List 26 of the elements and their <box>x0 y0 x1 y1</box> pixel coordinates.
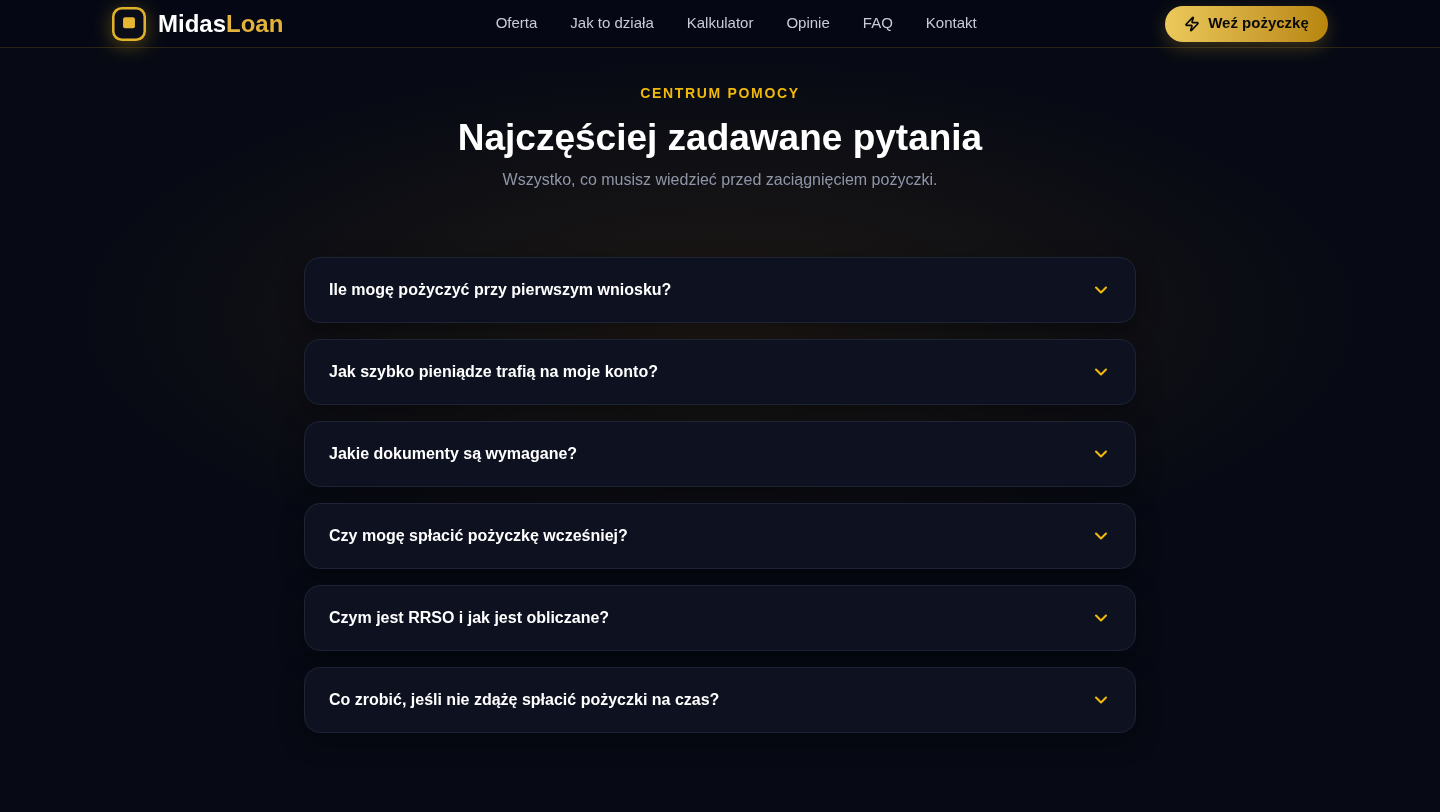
nav-link[interactable]: Oferta <box>495 12 538 35</box>
nav-link[interactable]: Jak to działa <box>570 12 654 35</box>
logo-icon <box>112 6 146 41</box>
faq-item[interactable]: Co zrobić, jeśli nie zdążę spłacić pożyczki na czas? <box>304 667 1136 733</box>
section-title: Najczęściej zadawane pytania <box>457 116 983 160</box>
nav-link[interactable]: FAQ <box>862 12 893 35</box>
faq-question: Jakie dokumenty są wymagane? <box>329 444 578 464</box>
faq-question: Co zrobić, jeśli nie zdążę spłacić pożyczki na czas? <box>329 690 720 710</box>
section-subtitle: Wszystko, co musisz wiedzieć przed zaciągnięciem pożyczki. <box>502 170 938 190</box>
nav-link[interactable]: Opinie <box>786 12 830 35</box>
bolt-icon <box>1184 15 1201 32</box>
apply-button[interactable]: Weź pożyczkę <box>1165 5 1328 42</box>
faq-question: Ile mogę pożyczyć przy pierwszym wniosku? <box>329 280 672 300</box>
faq-item[interactable]: Jak szybko pieniądze trafią na moje konto? <box>304 339 1136 405</box>
faq-question: Czym jest RRSO i jak jest obliczane? <box>329 608 610 628</box>
faq-item[interactable]: Czym jest RRSO i jak jest obliczane? <box>304 585 1136 651</box>
nav-link[interactable]: Kontakt <box>925 12 977 35</box>
brand-logo[interactable]: MidasLoan <box>112 5 284 42</box>
section-eyebrow: CENTRUM POMOCY <box>640 84 800 103</box>
faq-item[interactable]: Czy mogę spłacić pożyczkę wcześniej? <box>304 503 1136 569</box>
faq-item[interactable]: Jakie dokumenty są wymagane? <box>304 421 1136 487</box>
brand-name: MidasLoan <box>158 8 284 39</box>
nav-link[interactable]: Kalkulator <box>686 12 754 35</box>
faq-item[interactable]: Ile mogę pożyczyć przy pierwszym wniosku? <box>304 257 1136 323</box>
faq-question: Jak szybko pieniądze trafią na moje konto? <box>329 362 658 382</box>
faq-question: Czy mogę spłacić pożyczkę wcześniej? <box>329 526 628 546</box>
